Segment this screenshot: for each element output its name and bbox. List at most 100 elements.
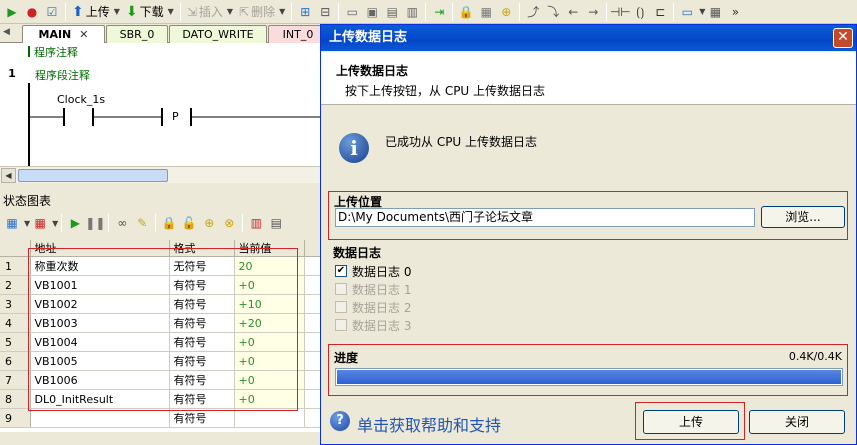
help-icon[interactable]: ? bbox=[330, 411, 350, 431]
format-cell[interactable]: 有符号 bbox=[169, 351, 235, 371]
table-row[interactable]: 3 VB1002 有符号 +10 bbox=[0, 294, 320, 314]
program-editor[interactable]: 程序注释 1 程序段注释 Clock_1s P bbox=[0, 43, 320, 166]
block-edit-icon[interactable]: ▥ bbox=[404, 4, 420, 20]
tab-main[interactable]: MAIN ✕ bbox=[22, 25, 105, 43]
download-button[interactable]: ⬇ 下载 ▼ bbox=[126, 3, 174, 20]
line-left-icon[interactable]: ← bbox=[565, 4, 581, 20]
format-cell[interactable]: 有符号 bbox=[169, 332, 235, 352]
upload-button[interactable]: ⬆ 上传 ▼ bbox=[72, 3, 120, 20]
tab-scroll-left-icon[interactable]: ◀ bbox=[3, 27, 10, 37]
delete-button[interactable]: ⇱ 删除 ▼ bbox=[239, 3, 285, 20]
table-row[interactable]: 9 有符号 bbox=[0, 408, 320, 428]
upload-button[interactable]: 上传 bbox=[643, 410, 739, 434]
box-icon[interactable]: ▭ bbox=[344, 4, 360, 20]
lock-icon[interactable]: 🔒 bbox=[458, 4, 474, 20]
scroll-thumb[interactable] bbox=[18, 169, 168, 182]
network-icon[interactable]: ⊞ bbox=[297, 4, 313, 20]
format-cell[interactable]: 有符号 bbox=[169, 370, 235, 390]
table-icon[interactable]: ▦ bbox=[707, 4, 723, 20]
chevron-down-icon[interactable]: ▼ bbox=[279, 7, 285, 16]
address-cell[interactable]: VB1001 bbox=[30, 275, 170, 295]
tab-main-label: MAIN bbox=[38, 28, 72, 41]
chevron-down-icon[interactable]: ▼ bbox=[24, 219, 30, 228]
insert-button[interactable]: ⇲ 插入 ▼ bbox=[187, 3, 233, 20]
chevron-down-icon[interactable]: ▼ bbox=[168, 7, 174, 16]
address-cell[interactable]: VB1006 bbox=[30, 370, 170, 390]
table-row[interactable]: 6 VB1005 有符号 +0 bbox=[0, 351, 320, 371]
coil-icon[interactable]: ⟮⟯ bbox=[632, 4, 648, 20]
pause-monitor-icon[interactable]: ❚❚ bbox=[85, 215, 105, 231]
format-cell[interactable]: 有符号 bbox=[169, 294, 235, 314]
start-monitor-icon[interactable]: ▶ bbox=[67, 215, 83, 231]
branch-down-icon[interactable]: ⤵ bbox=[545, 4, 561, 20]
address-cell[interactable]: VB1004 bbox=[30, 332, 170, 352]
delete-row-icon[interactable]: ▦ bbox=[32, 215, 48, 231]
glasses-icon[interactable]: ∞ bbox=[114, 215, 130, 231]
tab-int0[interactable]: INT_0 bbox=[268, 25, 328, 43]
editor-horizontal-scrollbar[interactable]: ◀ bbox=[0, 166, 320, 183]
block-icon[interactable]: ▣ bbox=[364, 4, 380, 20]
address-cell[interactable] bbox=[30, 408, 170, 428]
lock-search-icon[interactable]: ⊗ bbox=[221, 215, 237, 231]
datalog-checkbox-item[interactable]: ✔ 数据日志 0 bbox=[335, 263, 411, 279]
browse-button[interactable]: 浏览... bbox=[761, 206, 845, 228]
tab-dato-write[interactable]: DATO_WRITE bbox=[169, 25, 267, 43]
help-link[interactable]: 单击获取帮助和支持 bbox=[357, 412, 501, 436]
table-row[interactable]: 4 VB1003 有符号 +20 bbox=[0, 313, 320, 333]
scroll-left-icon[interactable]: ◀ bbox=[1, 168, 16, 183]
network-comment[interactable]: 程序段注释 bbox=[35, 67, 90, 83]
network-list-icon[interactable]: ⊟ bbox=[317, 4, 333, 20]
unlock-icon[interactable]: 🔓 bbox=[181, 215, 197, 231]
chevron-down-icon[interactable]: ▼ bbox=[52, 219, 58, 228]
table-row[interactable]: 7 VB1006 有符号 +0 bbox=[0, 370, 320, 390]
compile-icon[interactable]: ☑ bbox=[44, 4, 60, 20]
address-cell[interactable]: 称重次数 bbox=[30, 256, 170, 276]
program-comment[interactable]: 程序注释 bbox=[34, 44, 78, 60]
run-icon[interactable]: ▶ bbox=[4, 4, 20, 20]
lock-settings-icon[interactable]: ▦ bbox=[478, 4, 494, 20]
tab-sbr0[interactable]: SBR_0 bbox=[106, 25, 168, 43]
upload-path-field[interactable]: D:\My Documents\西门子论坛文章 bbox=[335, 208, 755, 227]
chevron-down-icon[interactable]: ▼ bbox=[227, 7, 233, 16]
table-row[interactable]: 2 VB1001 有符号 +0 bbox=[0, 275, 320, 295]
table-row[interactable]: 8 DL0_InitResult 有符号 +0 bbox=[0, 389, 320, 409]
format-cell[interactable]: 无符号 bbox=[169, 256, 235, 276]
dialog-titlebar[interactable]: 上传数据日志 ✕ bbox=[321, 25, 856, 51]
chevron-down-icon[interactable]: ▼ bbox=[699, 7, 705, 16]
pencil-icon[interactable]: ✎ bbox=[134, 215, 150, 231]
table-row[interactable]: 1 称重次数 无符号 20 bbox=[0, 256, 320, 276]
box-function-icon[interactable]: ⊏ bbox=[652, 4, 668, 20]
value-column-header[interactable]: 当前值 bbox=[234, 240, 305, 257]
address-cell[interactable]: VB1003 bbox=[30, 313, 170, 333]
block-stack-icon[interactable]: ▤ bbox=[384, 4, 400, 20]
address-cell[interactable]: VB1005 bbox=[30, 351, 170, 371]
format-column-header[interactable]: 格式 bbox=[169, 240, 235, 257]
ladder-rung[interactable] bbox=[0, 83, 320, 166]
insert-row-icon[interactable]: ▦ bbox=[4, 215, 20, 231]
format-cell[interactable]: 有符号 bbox=[169, 313, 235, 333]
table-row[interactable]: 5 VB1004 有符号 +0 bbox=[0, 332, 320, 352]
close-icon[interactable]: ✕ bbox=[833, 28, 853, 48]
close-button[interactable]: 关闭 bbox=[749, 410, 845, 434]
format-cell[interactable]: 有符号 bbox=[169, 275, 235, 295]
format-cell[interactable]: 有符号 bbox=[169, 389, 235, 409]
contact-icon[interactable]: ⊣⊢ bbox=[610, 4, 631, 20]
close-icon[interactable]: ✕ bbox=[79, 28, 88, 41]
exit-icon[interactable]: ⇥ bbox=[431, 4, 447, 20]
chevron-down-icon[interactable]: ▼ bbox=[114, 7, 120, 16]
trend-chart-icon[interactable]: ▥ bbox=[248, 215, 264, 231]
stop-icon[interactable]: ● bbox=[24, 4, 40, 20]
more-icon[interactable]: » bbox=[727, 4, 743, 20]
display-icon[interactable]: ▭ bbox=[679, 4, 695, 20]
line-right-icon[interactable]: → bbox=[585, 4, 601, 20]
address-cell[interactable]: DL0_InitResult bbox=[30, 389, 170, 409]
format-cell[interactable]: 有符号 bbox=[169, 408, 235, 428]
checkbox-checked-icon[interactable]: ✔ bbox=[335, 265, 347, 277]
lock-add-icon[interactable]: ⊕ bbox=[201, 215, 217, 231]
branch-up-icon[interactable]: ⤴ bbox=[525, 4, 541, 20]
table-view-icon[interactable]: ▤ bbox=[268, 215, 284, 231]
address-cell[interactable]: VB1002 bbox=[30, 294, 170, 314]
lock-add-icon[interactable]: ⊕ bbox=[498, 4, 514, 20]
address-column-header[interactable]: 地址 bbox=[30, 240, 170, 257]
lock-icon[interactable]: 🔒 bbox=[161, 215, 177, 231]
